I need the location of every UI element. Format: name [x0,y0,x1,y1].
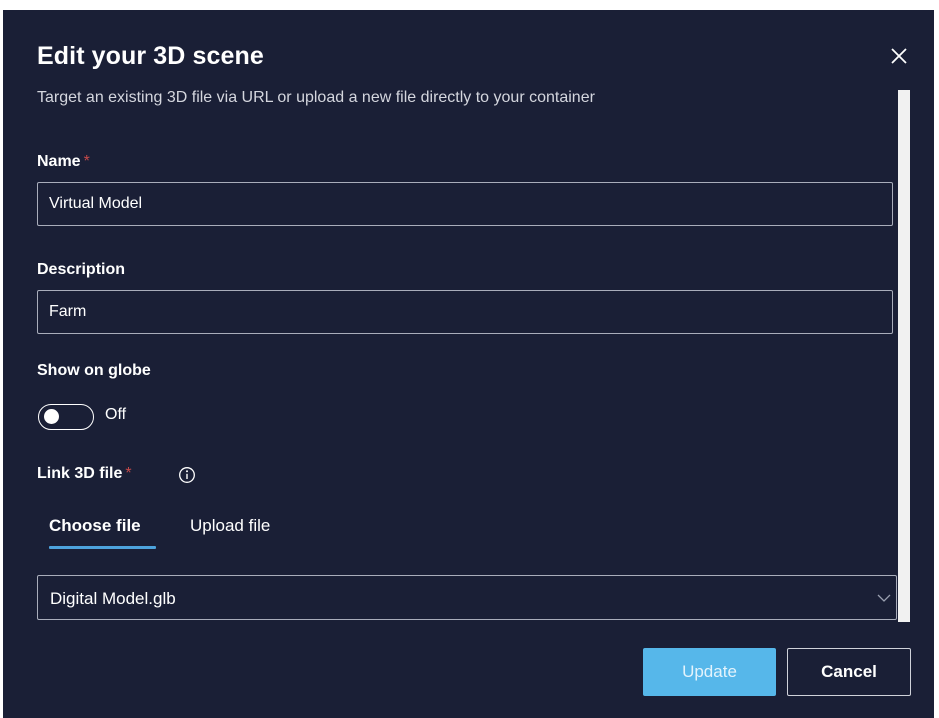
toggle-knob [44,409,59,424]
close-icon[interactable] [887,44,911,68]
chevron-down-icon [876,590,892,606]
name-label-text: Name [37,153,81,170]
cancel-button[interactable]: Cancel [787,648,911,696]
info-icon[interactable] [178,466,196,484]
show-on-globe-toggle[interactable] [38,404,94,430]
top-strip [0,0,939,10]
selected-file-value: Digital Model.glb [50,589,176,608]
tab-upload-file[interactable]: Upload file [190,516,270,536]
active-tab-indicator [49,546,156,549]
description-label: Description [37,261,126,278]
toggle-state-text: Off [105,406,127,423]
name-field[interactable] [37,182,893,226]
show-on-globe-label: Show on globe [37,362,151,379]
file-select-dropdown[interactable]: Digital Model.glb [37,575,897,620]
link-3d-file-label: Link 3D file * [37,465,132,483]
update-button[interactable]: Update [643,648,776,696]
required-marker: * [83,153,90,170]
scrollbar[interactable] [898,90,910,622]
name-label: Name * [37,153,90,171]
link-3d-file-label-text: Link 3D file [37,465,123,482]
description-field[interactable] [37,290,893,334]
tab-choose-file[interactable]: Choose file [49,516,141,536]
dialog-subtitle: Target an existing 3D file via URL or up… [37,89,595,106]
dialog-title: Edit your 3D scene [37,42,264,70]
edit-scene-dialog: Edit your 3D scene Target an existing 3D… [3,10,934,718]
required-marker: * [125,465,132,482]
